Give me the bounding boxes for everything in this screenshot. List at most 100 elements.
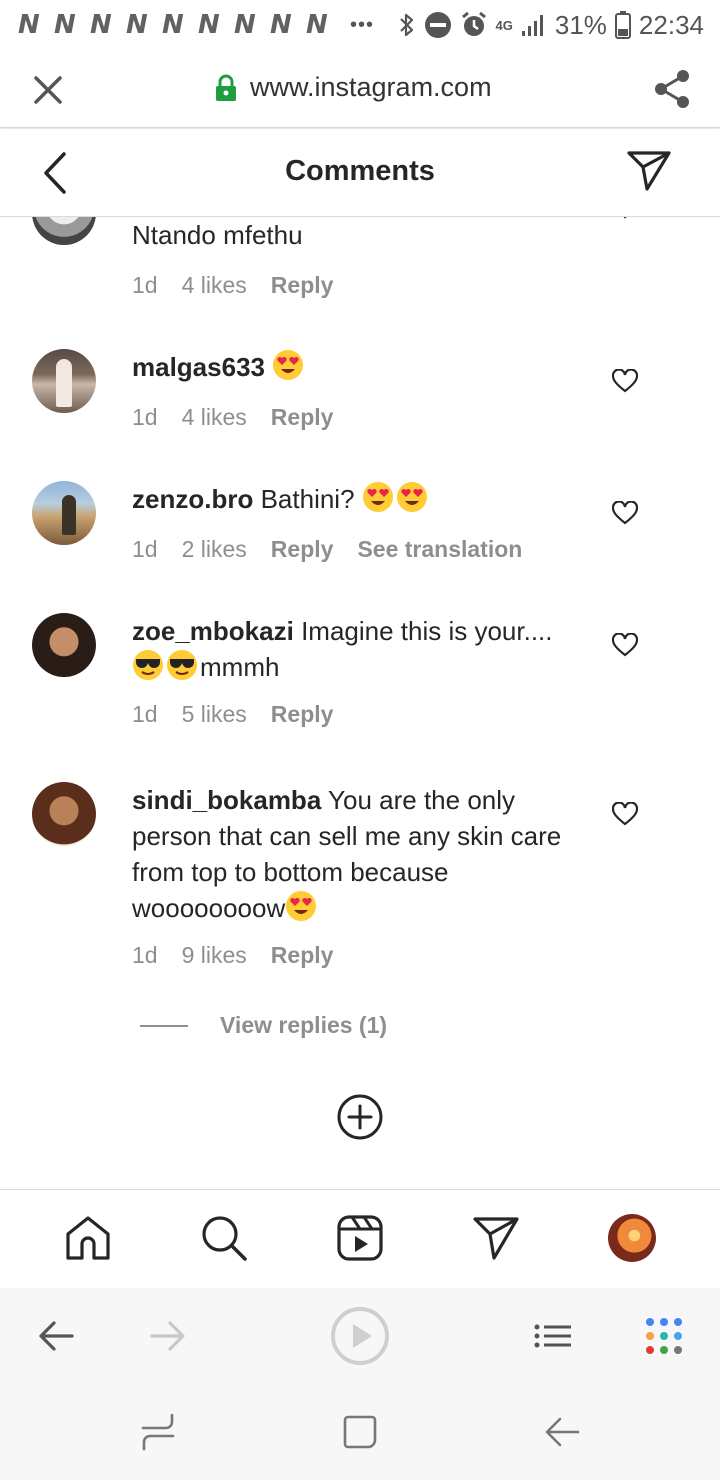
send-message-icon[interactable] (626, 149, 672, 193)
notification-n-icon: N (270, 10, 292, 40)
like-heart-icon[interactable] (612, 633, 638, 657)
comment-body: Ntando mfethu (132, 220, 303, 250)
comment-text: zenzo.bro Bathini? (132, 481, 582, 517)
like-heart-icon[interactable] (612, 217, 638, 221)
system-status: 4G 31% 22:34 (398, 10, 704, 41)
sunglasses-emoji (133, 650, 163, 680)
comment-time: 1d (132, 404, 158, 430)
notification-n-icon: N (198, 10, 220, 40)
bluetooth-icon (399, 13, 413, 37)
notification-n-icon: N (306, 10, 328, 40)
battery-percent: 31% (554, 9, 607, 40)
tabs-list-icon[interactable] (534, 1324, 572, 1348)
reply-button[interactable]: Reply (271, 404, 334, 431)
recent-apps-icon[interactable] (140, 1412, 176, 1452)
status-bar: N N N N N N N N N ••• 4G 31% 22:34 (0, 0, 720, 50)
heart-eyes-emoji (396, 482, 427, 512)
comment-text: zoe_mbokazi Imagine this is your.... mmm… (132, 613, 582, 685)
reply-button[interactable]: Reply (271, 272, 334, 299)
notification-n-icon: N (234, 10, 256, 40)
view-replies-button[interactable]: View replies (1) (140, 1012, 387, 1039)
load-more-comments-icon[interactable] (336, 1093, 384, 1141)
view-replies-line (140, 1024, 188, 1027)
comments-list[interactable]: Ntando mfethu 1d 4 likes Reply malgas633… (0, 217, 720, 1189)
notification-n-icon: N (162, 10, 184, 40)
sunglasses-emoji (167, 650, 197, 680)
comment-time: 1d (132, 272, 158, 298)
like-heart-icon[interactable] (612, 802, 638, 826)
home-button-icon[interactable] (342, 1414, 378, 1450)
avatar[interactable] (32, 217, 96, 245)
avatar[interactable] (32, 349, 96, 413)
comment-username[interactable]: malgas633 (132, 352, 265, 382)
heart-eyes-emoji (273, 350, 304, 380)
like-heart-icon[interactable] (612, 369, 638, 393)
apps-grid-icon[interactable] (644, 1316, 684, 1356)
comment-time: 1d (132, 942, 158, 968)
avatar-figure (56, 359, 72, 407)
battery-icon (614, 11, 631, 39)
reply-button[interactable]: Reply (271, 701, 334, 728)
direct-messages-icon[interactable] (472, 1214, 520, 1262)
network-type-label: 4G (495, 17, 513, 33)
comment-body: Bathini? (260, 484, 355, 514)
back-icon[interactable] (38, 1320, 74, 1352)
view-replies-label: View replies (1) (220, 1012, 388, 1038)
see-translation-button[interactable]: See translation (357, 536, 522, 563)
notification-n-icon: N (90, 10, 112, 40)
do-not-disturb-icon (424, 12, 451, 38)
comment-text: sindi_bokamba You are the only person th… (132, 782, 582, 926)
comment-likes[interactable]: 4 likes (182, 272, 247, 299)
page-title: Comments (285, 155, 435, 187)
notification-n-icon: N (54, 10, 76, 40)
reply-button[interactable]: Reply (271, 536, 334, 563)
comment-meta: 1d 9 likes Reply (132, 942, 357, 969)
heart-eyes-emoji (286, 891, 317, 921)
close-icon[interactable] (30, 72, 66, 108)
url-display[interactable]: www.instagram.com (214, 72, 492, 103)
notification-icons: N N N N N N N N N ••• (18, 10, 374, 40)
notification-n-icon: N (18, 10, 40, 40)
share-icon[interactable] (652, 68, 692, 110)
comment-meta: 1d 5 likes Reply (132, 701, 357, 728)
clock: 22:34 (638, 9, 704, 40)
comment-body: Imagine this is your.... (301, 616, 553, 646)
lock-icon (216, 74, 236, 101)
comment-meta: 1d 2 likes Reply See translation (132, 536, 546, 563)
like-heart-icon[interactable] (612, 501, 638, 525)
comments-header: Comments (0, 129, 720, 217)
avatar[interactable] (32, 613, 96, 677)
browser-toolbar (0, 1288, 720, 1384)
signal-icon (521, 15, 543, 36)
comment-likes[interactable]: 5 likes (182, 701, 247, 728)
play-video-icon[interactable] (330, 1306, 390, 1366)
comment-text: Ntando mfethu (132, 217, 582, 253)
notification-n-icon: N (126, 10, 148, 40)
profile-avatar[interactable] (608, 1214, 656, 1262)
comment-likes[interactable]: 4 likes (182, 404, 247, 431)
heart-eyes-emoji (362, 482, 393, 512)
comment-meta: 1d 4 likes Reply (132, 272, 357, 299)
comment-time: 1d (132, 701, 158, 727)
alarm-icon (461, 11, 486, 36)
reply-button[interactable]: Reply (271, 942, 334, 969)
avatar[interactable] (32, 782, 96, 846)
comment-username[interactable]: zoe_mbokazi (132, 616, 294, 646)
comment-likes[interactable]: 9 likes (182, 942, 247, 969)
comment-body-continued: mmmh (200, 652, 280, 682)
comment-time: 1d (132, 536, 158, 562)
forward-icon[interactable] (150, 1320, 186, 1352)
avatar-figure (62, 495, 76, 535)
search-icon[interactable] (200, 1214, 248, 1262)
comment-likes[interactable]: 2 likes (182, 536, 247, 563)
avatar[interactable] (32, 481, 96, 545)
comment-meta: 1d 4 likes Reply (132, 404, 357, 431)
instagram-bottom-nav (0, 1189, 720, 1287)
url-text: www.instagram.com (250, 72, 492, 102)
comment-username[interactable]: sindi_bokamba (132, 785, 321, 815)
comment-username[interactable]: zenzo.bro (132, 484, 253, 514)
comment-text: malgas633 (132, 349, 582, 385)
system-back-icon[interactable] (544, 1416, 580, 1448)
reels-icon[interactable] (336, 1214, 384, 1262)
home-icon[interactable] (64, 1214, 112, 1262)
